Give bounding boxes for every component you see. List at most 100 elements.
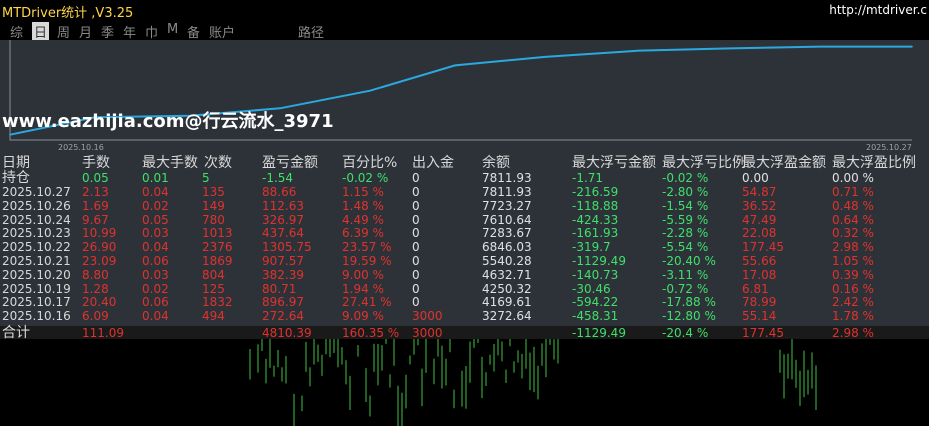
- holding-label: 持仓: [2, 170, 30, 186]
- cell-flow: 0: [412, 212, 420, 227]
- cell-flow: 0: [412, 198, 420, 213]
- cell-pnl: 382.39: [262, 267, 304, 282]
- cell-max-lots: 0.05: [142, 212, 169, 227]
- tab-quarter[interactable]: 季: [101, 22, 114, 41]
- tab-daily[interactable]: 日: [32, 22, 50, 41]
- col-header-lots: 手数: [82, 155, 110, 171]
- cell-balance: 7811.93: [482, 185, 532, 199]
- cell-lots: 1.69: [82, 198, 109, 213]
- cell-max-float-loss-pct: -12.80 %: [662, 309, 716, 324]
- holding-max-lots: 0.01: [142, 171, 169, 185]
- cell-count: 135: [202, 185, 225, 199]
- tab-symbol[interactable]: 巾: [145, 22, 158, 41]
- cell-pct: 6.39 %: [342, 226, 384, 241]
- cell-count: 2376: [202, 240, 233, 255]
- chart-start-date: 2025.10.16: [58, 143, 104, 152]
- cell-lots: 9.67: [82, 212, 109, 227]
- cell-flow: 0: [412, 295, 420, 310]
- cell-pnl: 1305.75: [262, 240, 312, 255]
- holding-pct: -0.02 %: [342, 171, 389, 185]
- cell-pnl: 112.63: [262, 198, 304, 213]
- cell-max-float-loss: -118.88: [572, 198, 619, 213]
- cell-max-float-loss: -424.33: [572, 212, 619, 227]
- cell-max-float-loss-pct: -17.88 %: [662, 295, 716, 310]
- holding-max-float-profit-pct: 0.00 %: [832, 171, 874, 185]
- cell-pct: 19.59 %: [342, 254, 392, 268]
- cell-max-lots: 0.02: [142, 198, 169, 213]
- cell-lots: 20.40: [82, 295, 117, 310]
- app-url[interactable]: http://mtdriver.c: [829, 3, 927, 17]
- col-header-max-float-loss-pct: 最大浮亏比例: [662, 155, 746, 171]
- cell-pct: 1.15 %: [342, 185, 384, 199]
- tab-weekly[interactable]: 周: [57, 22, 70, 41]
- cell-pct: 1.94 %: [342, 281, 384, 296]
- cell-max-float-profit-pct: 1.05 %: [832, 254, 874, 268]
- holding-lots: 0.05: [82, 171, 109, 185]
- holding-pnl: -1.54: [262, 171, 294, 185]
- cell-lots: 1.28: [82, 281, 109, 296]
- cell-max-float-loss-pct: -20.40 %: [662, 254, 716, 268]
- equity-point: [911, 45, 913, 48]
- cell-max-float-profit-pct: 2.98 %: [832, 240, 874, 255]
- total-label: 合计: [2, 325, 30, 341]
- total-max-float-profit: 177.45: [742, 326, 784, 340]
- cell-max-float-loss: -30.46: [572, 281, 611, 296]
- cell-count: 804: [202, 267, 225, 282]
- tab-magic[interactable]: M: [167, 22, 178, 37]
- cell-max-lots: 0.04: [142, 240, 169, 255]
- cell-pct: 27.41 %: [342, 295, 392, 310]
- cell-pct: 9.00 %: [342, 267, 384, 282]
- cell-date: 2025.10.17: [2, 295, 71, 310]
- cell-max-lots: 0.04: [142, 309, 169, 324]
- cell-max-float-loss: -140.73: [572, 267, 619, 282]
- cell-max-float-profit: 55.14: [742, 309, 777, 324]
- cell-max-float-profit: 55.66: [742, 254, 777, 268]
- col-header-flow: 出入金: [412, 155, 454, 171]
- cell-max-float-loss: -216.59: [572, 185, 619, 199]
- cell-max-float-profit-pct: 0.64 %: [832, 212, 874, 227]
- tab-account[interactable]: 账户: [209, 22, 235, 41]
- col-header-pct: 百分比%: [342, 155, 398, 171]
- tab-monthly[interactable]: 月: [79, 22, 92, 41]
- cell-balance: 7610.64: [482, 212, 532, 227]
- cell-pnl: 896.97: [262, 295, 304, 310]
- cell-max-float-profit: 47.49: [742, 212, 777, 227]
- cell-lots: 6.09: [82, 309, 109, 324]
- equity-point: [369, 89, 371, 92]
- cell-max-float-profit-pct: 0.39 %: [832, 267, 874, 282]
- cell-balance: 4632.71: [482, 267, 532, 282]
- cell-lots: 26.90: [82, 240, 117, 255]
- cell-max-float-profit-pct: 0.48 %: [832, 198, 874, 213]
- cell-max-float-profit-pct: 0.16 %: [832, 281, 874, 296]
- cell-max-float-profit: 22.08: [742, 226, 777, 241]
- tab-summary[interactable]: 综: [10, 22, 23, 41]
- cell-max-float-loss: -161.93: [572, 226, 619, 241]
- equity-point: [9, 133, 11, 136]
- cell-max-float-profit-pct: 2.42 %: [832, 295, 874, 310]
- equity-point: [729, 47, 731, 50]
- cell-max-float-loss-pct: -5.59 %: [662, 212, 709, 227]
- cell-max-lots: 0.03: [142, 267, 169, 282]
- col-header-balance: 余额: [482, 155, 510, 171]
- tab-path[interactable]: 路径: [298, 22, 324, 41]
- cell-max-float-loss-pct: -5.54 %: [662, 240, 709, 255]
- chart-end-date: 2025.10.27: [866, 143, 912, 152]
- cell-pct: 9.09 %: [342, 309, 384, 324]
- cell-balance: 4169.61: [482, 295, 532, 310]
- equity-point: [819, 45, 821, 48]
- tab-note[interactable]: 备: [187, 22, 200, 41]
- tab-bar: 综 日 周 月 季 年 巾 M 备 账户 路径: [0, 20, 929, 41]
- total-flow: 3000: [412, 326, 443, 340]
- cell-max-float-loss: -594.22: [572, 295, 619, 310]
- cell-date: 2025.10.24: [2, 212, 71, 227]
- cell-max-float-loss-pct: -2.28 %: [662, 226, 709, 241]
- col-header-max-lots: 最大手数: [142, 155, 198, 171]
- col-header-max-float-loss: 最大浮亏金额: [572, 155, 656, 171]
- cell-max-float-profit-pct: 1.78 %: [832, 309, 874, 324]
- cell-count: 149: [202, 198, 225, 213]
- cell-flow: 3000: [412, 309, 443, 324]
- cell-max-float-profit: 17.08: [742, 267, 777, 282]
- cell-flow: 0: [412, 240, 420, 255]
- cell-count: 1832: [202, 295, 233, 310]
- tab-yearly[interactable]: 年: [123, 22, 136, 41]
